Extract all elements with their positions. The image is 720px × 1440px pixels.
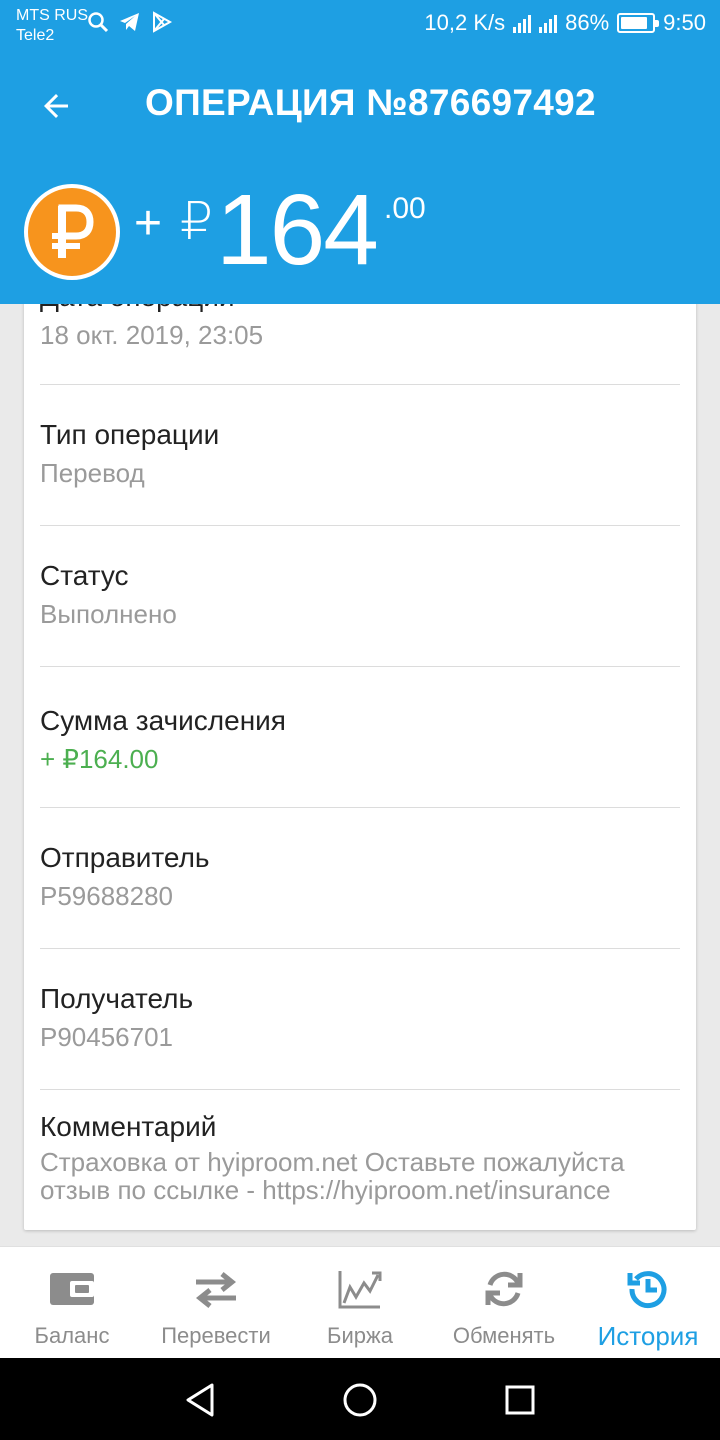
- detail-row-comment: Комментарий Страховка от hyiproom.net Ос…: [40, 1110, 680, 1204]
- nav-item-transfer[interactable]: Перевести: [144, 1247, 288, 1358]
- signal-icon-1: [513, 13, 532, 33]
- carrier-secondary: Tele2: [16, 27, 55, 44]
- battery-level: [621, 17, 647, 29]
- play-store-icon: [153, 11, 173, 33]
- nav-label: Перевести: [161, 1323, 271, 1348]
- history-icon: [622, 1265, 674, 1313]
- detail-label: Сумма зачисления: [40, 705, 286, 736]
- amount-sign: +: [134, 197, 163, 250]
- app-bar: ОПЕРАЦИЯ №876697492: [0, 52, 720, 160]
- divider: [40, 525, 680, 526]
- notification-icons: [86, 10, 174, 34]
- amount-header: + ₽ 164 .00: [0, 160, 720, 304]
- amount-integer: 164: [216, 174, 379, 286]
- telegram-icon: [120, 13, 139, 31]
- signal-icon-2: [539, 13, 558, 33]
- chart-icon: [334, 1265, 386, 1313]
- system-back-button[interactable]: [180, 1380, 220, 1420]
- divider: [40, 807, 680, 808]
- detail-label: Статус: [40, 560, 129, 591]
- bottom-navigation: Баланс Перевести Биржа Обменять История: [0, 1246, 720, 1358]
- detail-value: Перевод: [40, 458, 145, 488]
- detail-row-status: Статус Выполнено: [40, 559, 680, 631]
- detail-label: Отправитель: [40, 842, 210, 873]
- nav-item-history[interactable]: История: [576, 1247, 720, 1358]
- detail-row-type: Тип операции Перевод: [40, 418, 680, 490]
- ruble-sign-icon: [52, 204, 94, 258]
- divider: [40, 1089, 680, 1090]
- carrier-info: MTS RUS Tele2: [16, 6, 88, 46]
- battery-icon: [617, 13, 660, 33]
- triangle-back-icon: [186, 1383, 214, 1417]
- battery-percent: 86%: [565, 10, 610, 35]
- detail-row-sender: Отправитель P59688280: [40, 841, 680, 913]
- detail-row-recipient: Получатель P90456701: [40, 982, 680, 1054]
- amount-decimal: .00: [384, 192, 426, 225]
- system-navigation-bar: [0, 1358, 720, 1440]
- back-button[interactable]: [30, 80, 82, 132]
- status-bar: MTS RUS Tele2 10,2 K/s 86% 9:50: [0, 0, 720, 52]
- comment-line: отзыв по ссылке - https://hyiproom.net/i…: [40, 1175, 611, 1205]
- nav-label: Обменять: [452, 1323, 556, 1348]
- detail-value: P90456701: [40, 1022, 174, 1052]
- divider: [40, 666, 680, 667]
- divider: [40, 948, 680, 949]
- detail-label: Тип операции: [40, 419, 220, 450]
- exchange-icon: [478, 1265, 530, 1313]
- detail-value: 18 окт. 2019, 23:05: [40, 320, 264, 350]
- details-card: Дата операции 18 окт. 2019, 23:05 Тип оп…: [24, 250, 696, 1230]
- detail-value: P59688280: [40, 881, 174, 911]
- carrier-primary: MTS RUS: [16, 7, 88, 24]
- system-recents-button[interactable]: [500, 1380, 540, 1420]
- comment-line: Страховка от hyiproom.net Оставьте пожал…: [40, 1147, 625, 1177]
- wallet-icon: [46, 1265, 98, 1313]
- search-icon: [88, 12, 109, 33]
- detail-label: Получатель: [40, 983, 194, 1014]
- clock: 9:50: [663, 10, 706, 35]
- detail-value: Выполнено: [40, 599, 177, 629]
- divider: [40, 384, 680, 385]
- transfer-arrows-icon: [190, 1265, 242, 1313]
- network-speed: 10,2 K/s: [424, 10, 506, 35]
- system-home-button[interactable]: [340, 1380, 380, 1420]
- page-title: ОПЕРАЦИЯ №876697492: [145, 82, 596, 123]
- amount-currency: ₽: [180, 193, 214, 251]
- nav-item-exchange-market[interactable]: Биржа: [288, 1247, 432, 1358]
- detail-row-credit-amount: Сумма зачисления + ₽164.00: [40, 704, 680, 776]
- detail-value-amount: + ₽164.00: [40, 744, 159, 774]
- ruble-coin-icon: [24, 184, 120, 280]
- detail-label: Комментарий: [40, 1111, 217, 1142]
- circle-home-icon: [343, 1383, 377, 1417]
- detail-value-comment: Страховка от hyiproom.net Оставьте пожал…: [40, 1148, 680, 1204]
- square-recents-icon: [505, 1385, 535, 1415]
- status-right: 10,2 K/s 86% 9:50: [424, 10, 706, 36]
- arrow-back-icon: [44, 94, 68, 118]
- nav-label: История: [597, 1321, 699, 1351]
- nav-label: Баланс: [34, 1323, 110, 1348]
- nav-item-swap[interactable]: Обменять: [432, 1247, 576, 1358]
- coin-face: [28, 188, 116, 276]
- nav-label: Биржа: [327, 1323, 393, 1348]
- nav-item-balance[interactable]: Баланс: [0, 1247, 144, 1358]
